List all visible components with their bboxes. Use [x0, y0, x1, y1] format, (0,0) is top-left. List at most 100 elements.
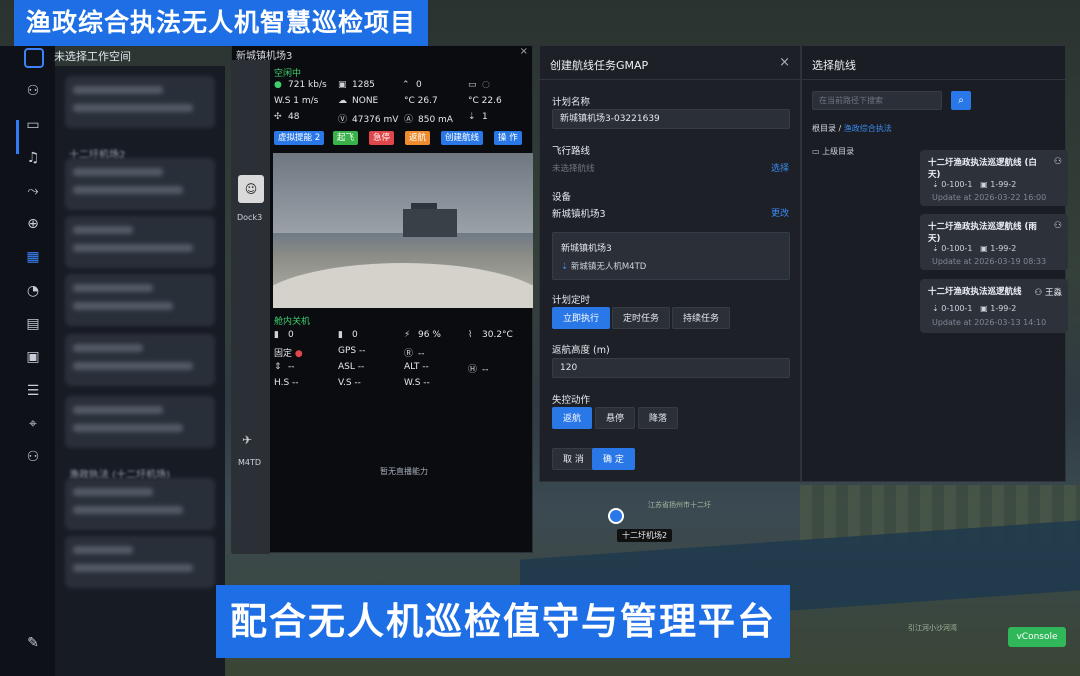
list-icon[interactable]: ☰: [22, 380, 44, 402]
calendar-icon[interactable]: ▦: [22, 246, 44, 268]
close-icon[interactable]: ×: [779, 55, 790, 70]
home-distance: --: [482, 365, 489, 375]
route-nav-icon[interactable]: ⤳: [22, 180, 44, 202]
device-card[interactable]: [65, 396, 215, 448]
dashboard-icon[interactable]: ◔: [22, 280, 44, 302]
device-box: 新城镇机场3 ⇣ 新城镇无人机M4TD: [552, 232, 790, 280]
lost-return-option[interactable]: 返航: [552, 407, 593, 429]
device-card[interactable]: [65, 76, 215, 128]
device-label: 设备: [552, 192, 572, 203]
close-icon[interactable]: ×: [520, 46, 528, 57]
dock-camera-feed[interactable]: [273, 153, 533, 308]
top-banner: 渔政综合执法无人机智慧巡检项目: [14, 0, 429, 46]
user-group-icon[interactable]: ⚇: [22, 446, 44, 468]
route-owner: ⚇ 王淼: [1035, 286, 1062, 298]
route-panel-title: 选择航线: [812, 59, 856, 72]
dialog-title: 创建航线任务GMAP: [550, 59, 649, 72]
virtual-cockpit-button[interactable]: 虚拟提能 2: [274, 131, 325, 145]
route-meta-2: 1-99-2: [990, 244, 1017, 253]
user-icon: ⚇: [1053, 221, 1062, 231]
wind-icon: ⌃: [402, 80, 410, 90]
plan-name-input[interactable]: 新城镇机场3-03221639: [552, 109, 790, 129]
device-card[interactable]: [65, 274, 215, 326]
search-icon[interactable]: ⌕: [951, 91, 971, 110]
dock-label: Dock3: [237, 213, 263, 222]
route-meta-2: 1-99-2: [990, 304, 1017, 313]
route-owner-name: 王淼: [1044, 288, 1062, 298]
lost-hover-option[interactable]: 悬停: [595, 407, 636, 429]
parent-dir-label: 上级目录: [822, 147, 855, 156]
battery-icon: ⚡: [404, 330, 411, 340]
timer-continuous-option[interactable]: 持续任务: [672, 307, 731, 329]
rth-height-input[interactable]: 120: [552, 358, 790, 378]
change-device-link[interactable]: 更改: [771, 206, 789, 219]
signal-1: 0: [288, 330, 294, 340]
route-item[interactable]: 十二圩渔政执法巡逻航线 (白天) ⚇ ⇣ 0-100-1 ▣ 1-99-2 Up…: [920, 150, 1068, 206]
loading-icon: ○: [482, 80, 490, 90]
route-label: 飞行路线: [552, 146, 591, 157]
takeoff-button[interactable]: 起飞: [333, 131, 359, 145]
edit-icon[interactable]: ✎: [22, 632, 44, 654]
device-card[interactable]: [65, 536, 215, 588]
lost-land-option[interactable]: 降落: [638, 407, 679, 429]
location-icon[interactable]: ⌖: [22, 413, 44, 435]
map-place-label: 引江河小沙河湾: [908, 624, 957, 632]
drop-value: 1: [482, 112, 488, 122]
horizontal-speed: H.S --: [274, 378, 299, 388]
bottom-banner: 配合无人机巡检值守与管理平台: [216, 585, 790, 658]
camera-building: [403, 209, 457, 237]
plan-name-label: 计划名称: [552, 97, 591, 108]
map-place-label: 江苏省扬州市十二圩: [648, 501, 711, 509]
route-item[interactable]: 十二圩渔政执法巡逻航线 ⚇ 王淼 ⇣ 0-100-1 ▣ 1-99-2 Upda…: [920, 279, 1068, 333]
drone-nav-icon[interactable]: ⚇: [22, 80, 44, 102]
timer-scheduled-option[interactable]: 定时任务: [612, 307, 671, 329]
parent-dir-link[interactable]: ▭ 上级目录: [812, 146, 854, 157]
dock-map-marker[interactable]: [608, 508, 624, 524]
breadcrumb-sep: /: [838, 124, 842, 133]
create-plan-dialog: 创建航线任务GMAP × 计划名称 新城镇机场3-03221639 飞行路线 未…: [539, 45, 802, 482]
select-route-link[interactable]: 选择: [771, 161, 789, 174]
device-card[interactable]: [65, 478, 215, 530]
breadcrumb-current[interactable]: 渔政综合执法: [844, 124, 892, 133]
cancel-button[interactable]: 取 消: [552, 448, 595, 470]
dock-robot-icon[interactable]: ☺: [238, 175, 264, 203]
confirm-button[interactable]: 确 定: [592, 448, 635, 470]
drone-icon[interactable]: ✈: [242, 433, 252, 447]
route-updated: Update at 2026-03-13 14:10: [932, 318, 1047, 327]
route-search-input[interactable]: 在当前路径下搜索: [812, 91, 942, 110]
route-meta: ⇣ 0-100-1 ▣ 1-99-2: [932, 304, 1016, 313]
create-route-button[interactable]: 创建航线: [441, 131, 484, 145]
dock-map-tag[interactable]: 十二圩机场2: [617, 529, 673, 542]
device-card[interactable]: [65, 158, 215, 210]
device-card[interactable]: [65, 334, 215, 386]
route-item[interactable]: 十二圩渔政执法巡逻航线 (雨天) ⚇ ⇣ 0-100-1 ▣ 1-99-2 Up…: [920, 214, 1068, 270]
app-logo-icon: [24, 48, 44, 68]
device-card[interactable]: [65, 216, 215, 268]
lost-control-label: 失控动作: [552, 395, 591, 406]
dock-panel: 新城镇机场3 × ☺ Dock3 ✈ M4TD 空闲中 ● 721 kb/s ▣ 1…: [231, 45, 533, 554]
vconsole-button[interactable]: vConsole: [1008, 627, 1066, 647]
add-circle-icon[interactable]: ⊕: [22, 213, 44, 235]
drone-label: M4TD: [238, 458, 262, 467]
network-icon: ●: [274, 80, 282, 90]
counter-icon: ▣: [338, 80, 347, 90]
image-icon[interactable]: ▣: [22, 346, 44, 368]
media-nav-icon[interactable]: ▭: [22, 114, 44, 136]
route-meta-1: 0-100-1: [941, 304, 973, 313]
camera-icon: ▣: [980, 180, 991, 189]
timer-immediate-option[interactable]: 立即执行: [552, 307, 611, 329]
user-icon: ⚇: [1034, 288, 1045, 298]
wind-speed: W.S 1 m/s: [274, 96, 319, 106]
counter-value: 1285: [352, 80, 375, 90]
document-icon[interactable]: ▤: [22, 313, 44, 335]
emergency-stop-button[interactable]: 急停: [369, 131, 395, 145]
bell-icon[interactable]: ♫: [22, 147, 44, 169]
return-home-button[interactable]: 返航: [405, 131, 431, 145]
breadcrumb-root[interactable]: 根目录: [812, 124, 836, 133]
waypoint-icon: ⇣: [932, 304, 942, 313]
user-icon: ⚇: [1053, 157, 1062, 167]
asl-value: ASL --: [338, 362, 365, 372]
operate-button[interactable]: 操 作: [494, 131, 522, 145]
workspace-label[interactable]: 未选择工作空间: [54, 48, 131, 64]
alt-value: ALT --: [404, 362, 429, 372]
